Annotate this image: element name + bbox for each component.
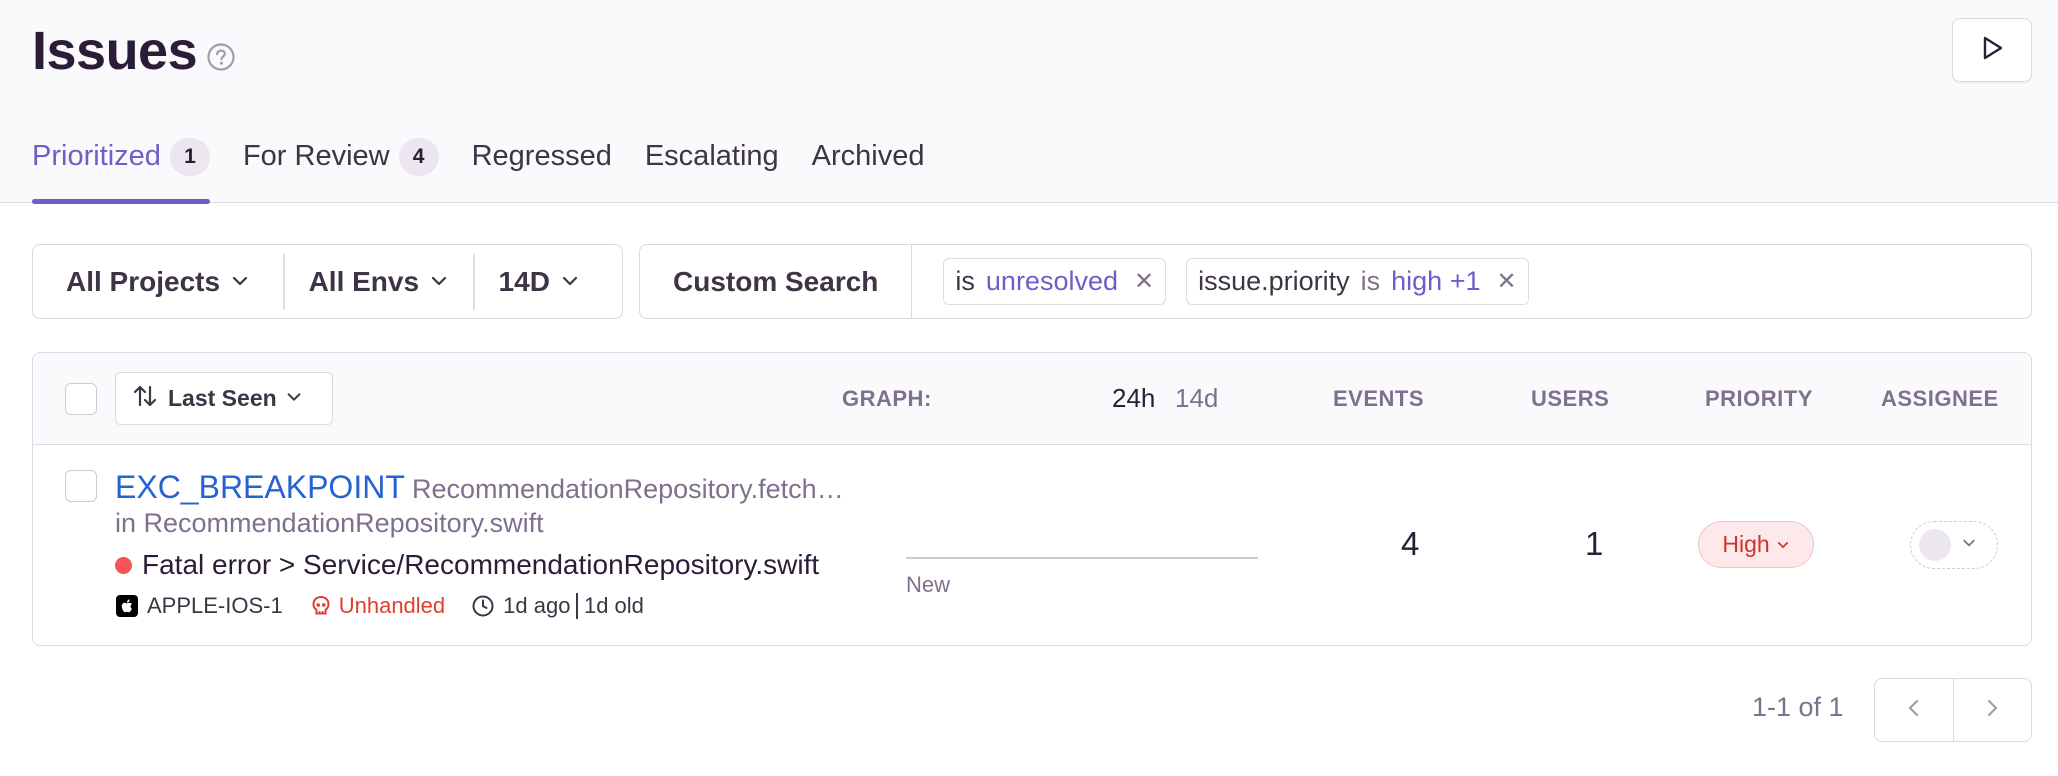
priority-label: High <box>1722 531 1770 557</box>
chevron-down-icon <box>1776 531 1790 558</box>
unhandled-badge: Unhandled <box>309 593 445 619</box>
events-column-header: EVENTS <box>1333 386 1425 411</box>
project-badge[interactable]: APPLE-IOS-1 <box>115 593 283 619</box>
chevron-left-icon <box>1902 696 1926 725</box>
previous-page-button[interactable] <box>1875 679 1953 741</box>
event-count: 4 <box>1401 525 1420 562</box>
project-name: APPLE-IOS-1 <box>147 593 283 618</box>
search-token-priority[interactable]: issue.priority is high +1 ✕ <box>1186 258 1529 305</box>
event-sparkline <box>906 557 1258 559</box>
tab-for-review[interactable]: For Review 4 <box>243 130 439 203</box>
pagination-controls <box>1874 678 2032 742</box>
tab-label: Archived <box>811 140 925 172</box>
pagination-summary: 1-1 of 1 <box>1752 692 1844 722</box>
issue-list-header: Last Seen GRAPH: 24h 14d EVENTS USERS PR… <box>33 353 2031 445</box>
close-icon[interactable]: ✕ <box>1134 267 1154 296</box>
graph-period-14d[interactable]: 14d <box>1175 383 1218 414</box>
page-title: Issues <box>32 21 198 81</box>
issue-title-link[interactable]: EXC_BREAKPOINT <box>115 469 405 506</box>
project-filter-button[interactable]: All Projects <box>33 245 283 318</box>
user-count: 1 <box>1585 525 1604 562</box>
play-button[interactable] <box>1952 18 2032 82</box>
tab-label: Escalating <box>644 140 779 172</box>
next-page-button[interactable] <box>1952 679 2032 741</box>
chevron-down-icon <box>429 266 449 298</box>
apple-icon <box>115 594 139 618</box>
tab-regressed[interactable]: Regressed <box>472 130 612 203</box>
clock-icon <box>471 594 495 618</box>
question-circle-icon[interactable] <box>206 42 236 72</box>
assignee-column-header: ASSIGNEE <box>1881 386 1999 411</box>
unhandled-label: Unhandled <box>338 593 446 618</box>
token-value[interactable]: high +1 <box>1391 266 1480 297</box>
issue-tabs: Prioritized 1 For Review 4 Regressed Esc… <box>32 130 957 204</box>
issue-culprit: RecommendationRepository.fetch… <box>412 474 844 504</box>
chevron-right-icon <box>1980 696 2004 725</box>
tab-escalating[interactable]: Escalating <box>645 130 779 203</box>
issue-search-bar[interactable]: Custom Search is unresolved ✕ issue.prio… <box>639 244 2032 319</box>
priority-column-header: PRIORITY <box>1705 386 1813 411</box>
tab-count-badge: 1 <box>169 138 210 176</box>
tab-count-badge: 4 <box>398 138 439 176</box>
chevron-down-icon <box>1961 535 1977 556</box>
issue-select-checkbox[interactable] <box>65 470 97 502</box>
page-filters: All Projects All Envs 14D <box>32 244 623 319</box>
skull-icon <box>309 594 333 618</box>
environment-filter-label: All Envs <box>308 265 420 297</box>
saved-search-label: Custom Search <box>673 265 879 297</box>
first-seen-age[interactable]: 1d old <box>584 593 644 619</box>
users-column-header: USERS <box>1531 386 1610 411</box>
divider <box>576 593 578 619</box>
chevron-down-icon <box>560 266 580 298</box>
tab-archived[interactable]: Archived <box>812 130 925 203</box>
token-value[interactable]: unresolved <box>986 266 1118 297</box>
priority-dropdown[interactable]: High <box>1698 521 1814 568</box>
sort-icon <box>132 383 158 415</box>
close-icon[interactable]: ✕ <box>1497 267 1517 296</box>
issue-message-text: Fatal error > Service/RecommendationRepo… <box>142 549 820 580</box>
issue-message: Fatal error > Service/RecommendationRepo… <box>115 549 819 581</box>
date-range-label: 14D <box>498 265 550 297</box>
issue-meta: APPLE-IOS-1 Unhandled 1d ago 1d old <box>115 593 644 619</box>
issue-location: in RecommendationRepository.swift <box>115 508 544 538</box>
graph-column-label: GRAPH: <box>842 386 932 411</box>
chevron-down-icon <box>230 266 250 298</box>
error-level-indicator <box>115 556 132 574</box>
last-seen[interactable]: 1d ago <box>503 593 570 619</box>
play-icon <box>1978 34 2006 67</box>
chevron-down-icon <box>285 385 303 412</box>
saved-search-button[interactable]: Custom Search <box>640 245 913 318</box>
issue-timestamps: 1d ago 1d old <box>471 593 644 619</box>
token-operator: is <box>1360 266 1381 296</box>
tab-label: Prioritized <box>32 140 161 172</box>
sort-label: Last Seen <box>168 385 277 411</box>
sort-dropdown-button[interactable]: Last Seen <box>115 372 333 425</box>
project-filter-label: All Projects <box>66 265 221 297</box>
graph-new-label: New <box>906 572 951 597</box>
token-key: issue.priority <box>1198 266 1350 296</box>
assignee-selector[interactable] <box>1910 521 1998 569</box>
search-token-status[interactable]: is unresolved ✕ <box>943 258 1167 305</box>
tab-label: For Review <box>242 140 390 172</box>
date-range-filter-button[interactable]: 14D <box>475 245 604 318</box>
tab-label: Regressed <box>471 140 612 172</box>
select-all-checkbox[interactable] <box>65 383 97 415</box>
tab-prioritized[interactable]: Prioritized 1 <box>32 130 210 204</box>
avatar <box>1919 529 1951 561</box>
environment-filter-button[interactable]: All Envs <box>285 245 473 318</box>
token-operator: is <box>955 266 975 296</box>
issue-list-panel: Last Seen GRAPH: 24h 14d EVENTS USERS PR… <box>32 352 2032 646</box>
graph-period-24h[interactable]: 24h <box>1112 383 1155 414</box>
